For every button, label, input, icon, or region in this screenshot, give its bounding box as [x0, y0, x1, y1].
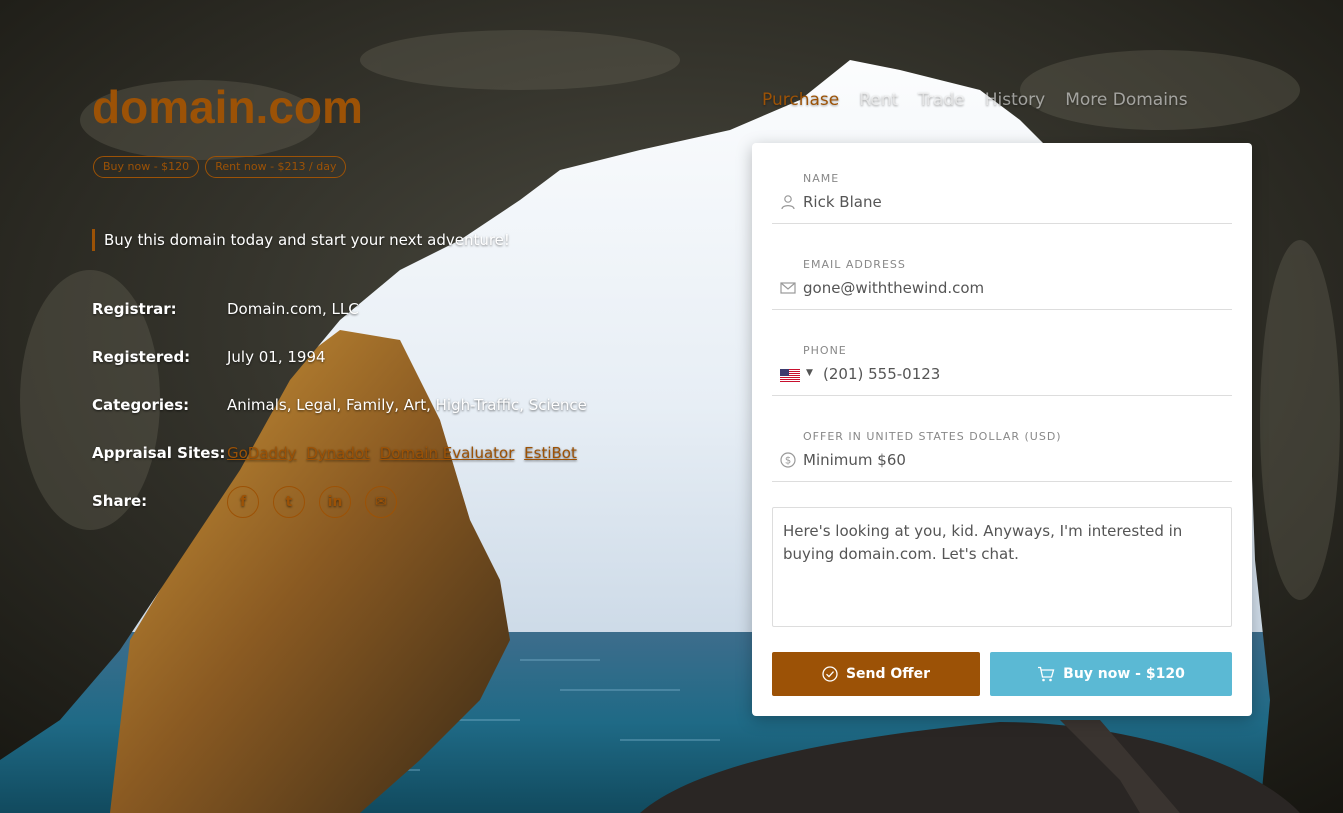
top-nav: Purchase Rent Trade History More Domains: [762, 90, 1188, 110]
twitter-icon[interactable]: t: [273, 486, 305, 518]
offer-field: OFFER IN UNITED STATES DOLLAR (USD) $ Mi…: [772, 401, 1232, 482]
registered-label: Registered:: [92, 348, 191, 366]
offer-label: OFFER IN UNITED STATES DOLLAR (USD): [803, 430, 1062, 443]
svg-text:$: $: [785, 456, 791, 467]
domain-info: Registrar: Domain.com, LLC Registered: J…: [92, 300, 587, 540]
linkedin-icon[interactable]: in: [319, 486, 351, 518]
appraisal-link-dynadot[interactable]: Dynadot: [306, 444, 370, 462]
appraisal-label: Appraisal Sites:: [92, 444, 226, 462]
appraisal-link-godaddy[interactable]: GoDaddy: [227, 444, 296, 462]
appraisal-links: GoDaddy Dynadot Domain Evaluator EstiBot: [227, 444, 582, 492]
facebook-icon[interactable]: f: [227, 486, 259, 518]
offer-input[interactable]: Minimum $60: [803, 451, 1203, 469]
nav-history[interactable]: History: [985, 90, 1045, 110]
categories-row: Categories: Animals, Legal, Family, Art,…: [92, 396, 587, 444]
appraisal-link-estibot[interactable]: EstiBot: [524, 444, 577, 462]
nav-more-domains[interactable]: More Domains: [1065, 90, 1187, 110]
name-input[interactable]: Rick Blane: [803, 193, 1203, 211]
registrar-value: Domain.com, LLC: [227, 300, 359, 318]
cart-icon: [1038, 666, 1055, 682]
domain-title: domain.com: [92, 81, 363, 133]
nav-purchase[interactable]: Purchase: [762, 90, 839, 110]
send-offer-button[interactable]: Send Offer: [772, 652, 980, 696]
buy-now-button[interactable]: Buy now - $120: [990, 652, 1232, 696]
message-textarea[interactable]: Here's looking at you, kid. Anyways, I'm…: [772, 507, 1232, 627]
registrar-label: Registrar:: [92, 300, 177, 318]
email-input[interactable]: gone@withthewind.com: [803, 279, 1203, 297]
phone-input[interactable]: (201) 555-0123: [823, 365, 1223, 383]
email-field: EMAIL ADDRESS gone@withthewind.com: [772, 229, 1232, 310]
email-label: EMAIL ADDRESS: [803, 258, 906, 271]
phone-label: PHONE: [803, 344, 847, 357]
nav-rent[interactable]: Rent: [859, 90, 898, 110]
registered-row: Registered: July 01, 1994: [92, 348, 587, 396]
phone-field: PHONE ▼ (201) 555-0123: [772, 315, 1232, 396]
nav-trade[interactable]: Trade: [918, 90, 965, 110]
tagline: Buy this domain today and start your nex…: [92, 229, 510, 251]
appraisal-row: Appraisal Sites: GoDaddy Dynadot Domain …: [92, 444, 587, 492]
send-offer-label: Send Offer: [845, 666, 931, 682]
price-badges: Buy now - $120 Rent now - $213 / day: [93, 156, 347, 178]
share-icons: f t in ✉: [227, 486, 397, 540]
registered-value: July 01, 1994: [227, 348, 326, 366]
email-icon[interactable]: ✉: [365, 486, 397, 518]
appraisal-link-domain-evaluator[interactable]: Domain Evaluator: [380, 444, 515, 462]
name-field: NAME Rick Blane: [772, 143, 1232, 224]
categories-label: Categories:: [92, 396, 190, 414]
check-circle-icon: [822, 666, 838, 682]
categories-value: Animals, Legal, Family, Art, High-Traffi…: [227, 396, 587, 414]
rent-now-badge[interactable]: Rent now - $213 / day: [205, 156, 347, 178]
buy-now-label: Buy now - $120: [1063, 666, 1185, 682]
user-icon: [781, 195, 795, 210]
offer-form: NAME Rick Blane EMAIL ADDRESS gone@witht…: [752, 143, 1252, 716]
chevron-down-icon[interactable]: ▼: [806, 368, 813, 378]
us-flag-icon[interactable]: [780, 369, 800, 382]
envelope-icon: [780, 282, 796, 294]
buy-now-badge[interactable]: Buy now - $120: [93, 156, 200, 178]
name-label: NAME: [803, 172, 840, 185]
registrar-row: Registrar: Domain.com, LLC: [92, 300, 587, 348]
dollar-icon: $: [780, 452, 796, 468]
share-row: Share: f t in ✉: [92, 486, 587, 540]
share-label: Share:: [92, 492, 148, 510]
